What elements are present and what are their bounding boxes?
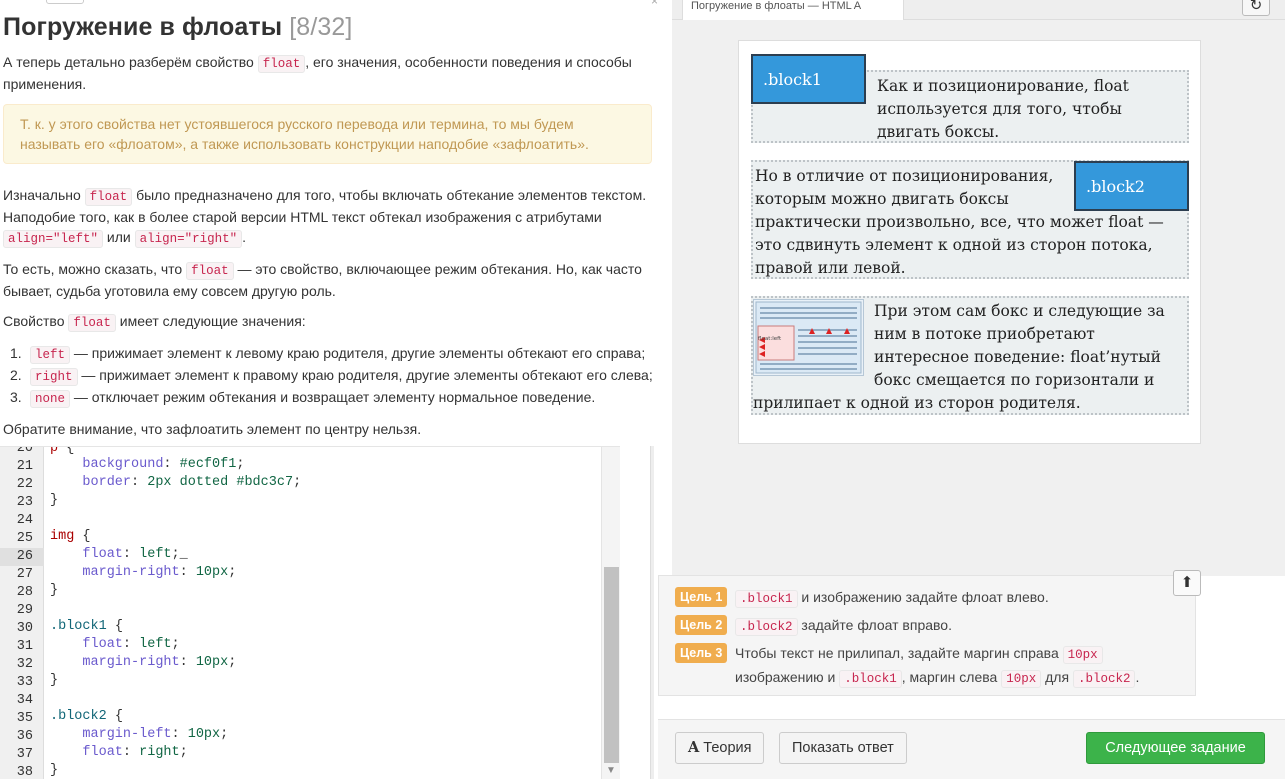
notice-box: Т. к. у этого свойства нет устоявшегося … <box>3 104 652 164</box>
code-line[interactable]: } <box>50 762 58 779</box>
preview-block2: .block2 <box>1074 161 1189 211</box>
paragraph-center-note: Обратите внимание, что зафлоатить элемен… <box>3 421 422 437</box>
preview-tabbar: Погружение в флоаты — HTML A ↻ <box>672 0 1285 20</box>
goal-item: Цель 1 .block1 и изображению задайте флоа… <box>675 586 1179 610</box>
code-line[interactable]: float: left; <box>50 636 179 654</box>
preview-area: .block1 Как и позиционирование, float ис… <box>672 20 1285 576</box>
goal-text: Чтобы текст не прилипал, задайте маргин … <box>735 645 1063 661</box>
scroll-down-icon[interactable]: ▼ <box>606 765 616 776</box>
line-number: 28 <box>16 585 33 600</box>
goals-panel: Цель 1 .block1 и изображению задайте флоа… <box>658 575 1196 696</box>
line-number: 31 <box>16 639 33 654</box>
goal-text: , маргин слева <box>901 669 1002 685</box>
line-number: 29 <box>16 603 33 618</box>
code-float: float <box>257 55 306 73</box>
list-item: 2. right — прижимает элемент к правому кр… <box>10 367 653 386</box>
page-title: Погружение в флоаты [8/32] <box>3 13 662 42</box>
top-input-fragment[interactable] <box>46 0 84 4</box>
paragraph-role: То есть, можно сказать, что float — это … <box>3 261 642 299</box>
code-line[interactable]: float: left;_ <box>50 546 187 564</box>
close-icon[interactable]: × <box>651 0 658 8</box>
show-answer-button[interactable]: Показать ответ <box>779 732 907 764</box>
float-values-list: 1. left — прижимает элемент к левому краю… <box>3 343 662 409</box>
code-line[interactable]: border: 2px dotted #bdc3c7; <box>50 474 301 492</box>
line-number: 26 <box>0 548 44 566</box>
code-line[interactable]: margin-left: 10px; <box>50 726 228 744</box>
paragraph-origin: Изначально float было предназначено для … <box>3 187 647 248</box>
paragraph-values: Свойство float имеет следующие значения: <box>3 313 306 332</box>
intro-paragraph: А теперь детально разберём свойство floa… <box>3 54 632 92</box>
preview-frame: .block1 Как и позиционирование, float ис… <box>738 40 1201 444</box>
line-number: 35 <box>16 711 33 726</box>
line-number: 24 <box>16 513 33 528</box>
goal-text: . <box>1135 669 1140 685</box>
theory-button[interactable]: A Теория <box>675 732 765 764</box>
code-line[interactable]: } <box>50 582 58 600</box>
goal-code: .block2 <box>735 618 798 636</box>
code-line[interactable]: margin-right: 10px; <box>50 654 236 672</box>
code-line[interactable]: img { <box>50 528 91 546</box>
list-item: 1. left — прижимает элемент к левому краю… <box>10 345 646 364</box>
preview-paragraph-3: float:left При этом сам бокс и следующие… <box>751 296 1189 415</box>
code-line[interactable]: } <box>50 672 58 690</box>
goal-code: 10px <box>1001 670 1042 688</box>
lesson-counter: [8/32] <box>289 13 353 41</box>
goal-code: .block1 <box>839 670 902 688</box>
preview-tab[interactable]: Погружение в флоаты — HTML A <box>682 0 904 20</box>
line-number: 32 <box>16 657 33 672</box>
preview-paragraph-2: .block2 Но в отличие от позиционирования… <box>751 160 1189 279</box>
code-editor[interactable]: 20 21 22 23 24 25 26 27 28 29 30 31 32 33 34 35 36 37 38 p… <box>0 446 620 779</box>
line-number: 21 <box>16 459 33 474</box>
goal-badge: Цель 2 <box>675 615 728 635</box>
editor-scrollbar[interactable]: ▼ <box>601 447 620 779</box>
line-number: 34 <box>16 693 33 708</box>
code-line[interactable]: .block1 { <box>50 618 123 636</box>
theory-panel: × Погружение в флоаты [8/32] А теперь де… <box>0 0 672 446</box>
preview-paragraph-1: .block1 Как и позиционирование, float ис… <box>751 54 1189 143</box>
code-line[interactable]: background: #ecf0f1; <box>50 456 244 474</box>
goal-item: Цель 2 .block2 задайте флоат вправо. <box>675 614 1179 638</box>
goal-badge: Цель 1 <box>675 587 728 607</box>
goal-text: задайте флоат вправо. <box>797 617 952 633</box>
code-line[interactable]: float: right; <box>50 744 187 762</box>
illustration-label: float:left <box>758 336 782 342</box>
goal-code: .block1 <box>735 590 798 608</box>
scrollbar-thumb[interactable] <box>604 567 619 763</box>
code-line[interactable]: } <box>50 492 58 510</box>
line-number: 22 <box>16 477 33 492</box>
goal-badge: Цель 3 <box>675 643 728 663</box>
goal-code: .block2 <box>1072 670 1136 688</box>
panel-divider[interactable] <box>650 446 654 779</box>
line-number: 25 <box>16 531 33 546</box>
line-number: 38 <box>16 765 33 779</box>
line-number: 37 <box>16 747 33 762</box>
arrow-up-icon[interactable]: ⬆ <box>1173 570 1201 596</box>
line-number: 33 <box>16 675 33 690</box>
float-illustration-image: float:left <box>753 299 864 376</box>
line-number: 36 <box>16 729 33 744</box>
line-number: 30 <box>16 621 33 636</box>
goal-text: изображению и <box>735 669 840 685</box>
line-number: 20 <box>16 446 33 456</box>
button-bar: A Теория Показать ответ Следующее задани… <box>658 719 1285 779</box>
preview-block1: .block1 <box>751 54 866 104</box>
goal-text: для <box>1041 669 1073 685</box>
line-number: 23 <box>16 495 33 510</box>
code-line[interactable]: .block2 { <box>50 708 123 726</box>
list-item: 3. none — отключает режим обтекания и воз… <box>10 389 596 408</box>
code-line[interactable]: margin-right: 10px; <box>50 564 236 582</box>
goal-code: 10px <box>1062 646 1103 664</box>
line-number: 27 <box>16 567 33 582</box>
next-task-button[interactable]: Следующее задание <box>1086 732 1265 764</box>
title-text: Погружение в флоаты <box>3 13 283 41</box>
refresh-icon[interactable]: ↻ <box>1242 0 1270 16</box>
goal-text: и изображению задайте флоат влево. <box>797 589 1049 605</box>
goal-item: Цель 3 Чтобы текст не прилипал, задайте м… <box>675 642 1179 690</box>
letter-a-icon: A <box>688 739 700 756</box>
